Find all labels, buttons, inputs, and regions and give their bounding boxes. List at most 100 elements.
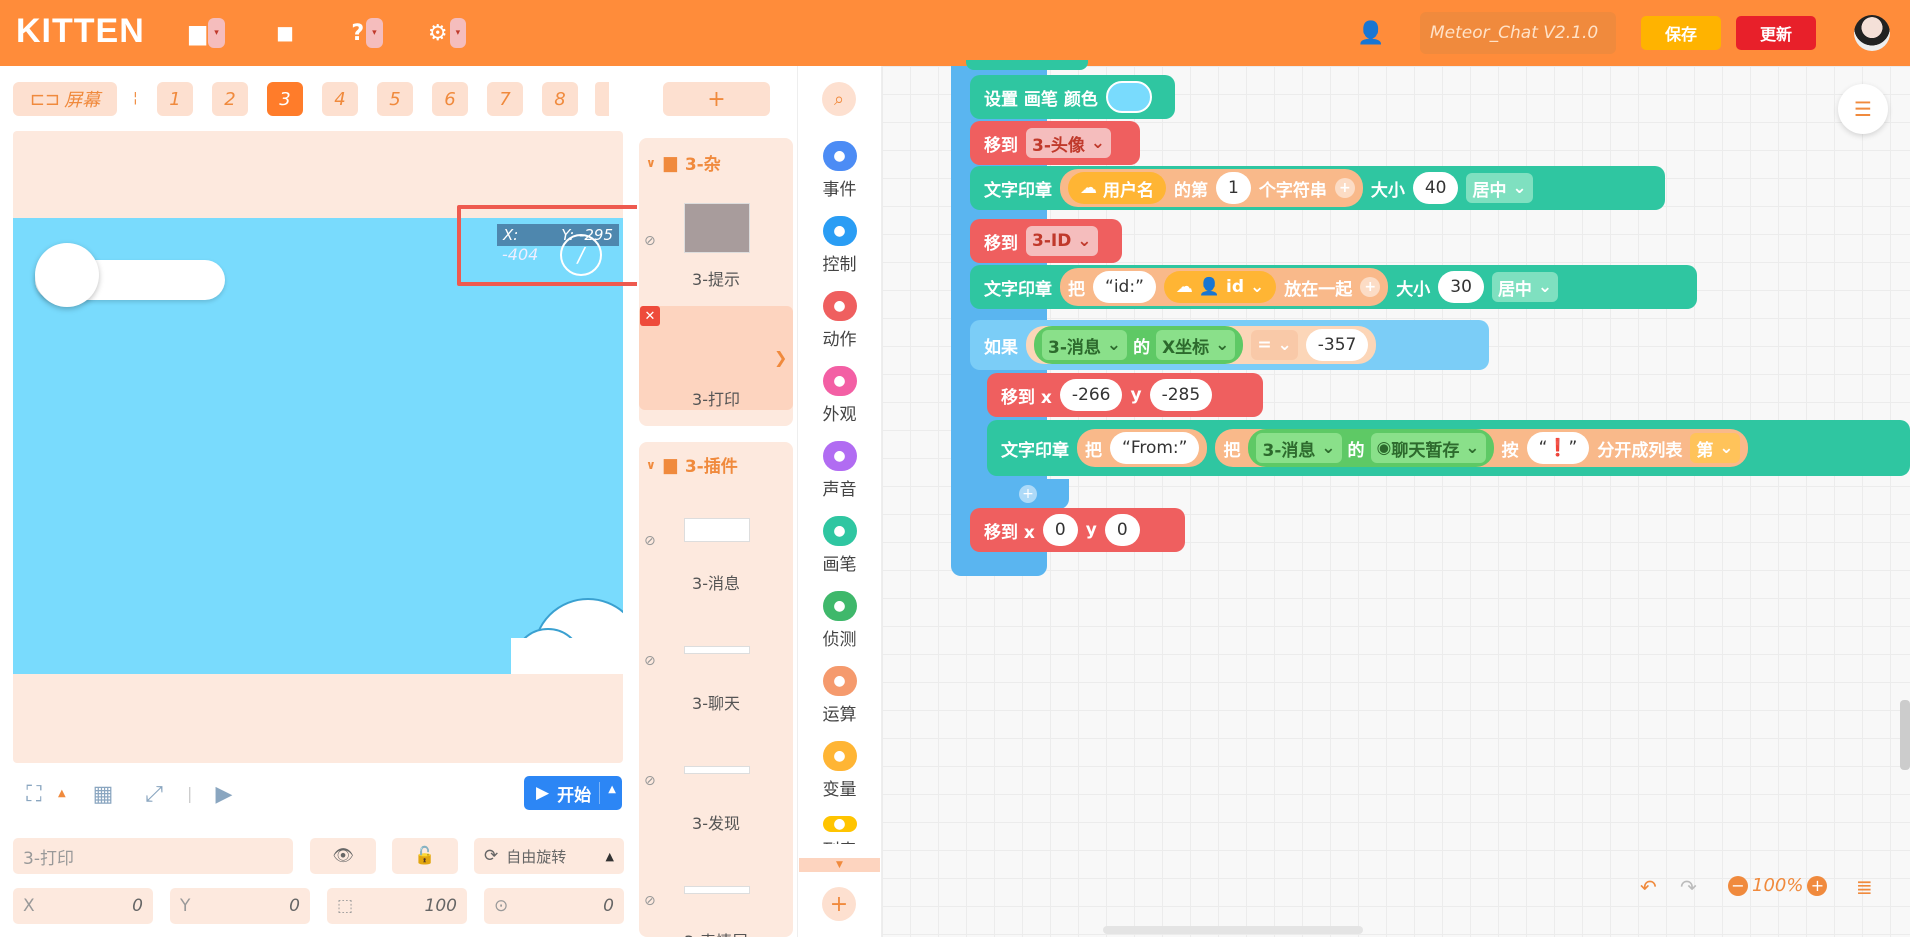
move-to-block[interactable]: 移到 3-ID ⌄ xyxy=(970,219,1122,263)
sprite-dropdown[interactable]: 3-消息 ⌄ xyxy=(1256,433,1342,463)
index-input[interactable]: 1 xyxy=(1216,172,1251,204)
backpack-icon[interactable]: ◼ xyxy=(268,18,302,48)
screen-tab-3[interactable]: 3 xyxy=(267,82,303,116)
horizontal-scrollbar[interactable] xyxy=(1103,926,1363,934)
save-button[interactable]: 保存 xyxy=(1641,16,1721,50)
screen-tab-overflow[interactable] xyxy=(595,82,609,116)
add-user-icon[interactable]: 👤 xyxy=(1354,18,1388,48)
screen-button[interactable]: ⊏⊐ 屏幕 xyxy=(13,82,117,116)
move-xy-block[interactable]: 移到 x -266 y -285 xyxy=(987,373,1263,417)
redo-icon[interactable]: ↷ xyxy=(1680,875,1697,899)
y-position-field[interactable]: Y 0 xyxy=(170,888,310,924)
set-pen-color-block[interactable]: 设置 画笔 颜色 xyxy=(970,75,1175,119)
help-icon[interactable]: ? ▾ xyxy=(350,18,384,48)
project-name-input[interactable]: Meteor_Chat V2.1.0 xyxy=(1420,12,1616,54)
category-2[interactable]: ● 动作 xyxy=(797,291,882,350)
join-reporter[interactable]: 把 “From: ” xyxy=(1077,429,1208,467)
add-sprite-button[interactable]: + xyxy=(663,82,770,116)
category-4[interactable]: ● 声音 xyxy=(797,441,882,500)
sprite-item-label[interactable]: 3-消息 xyxy=(639,570,793,594)
category-6[interactable]: ● 侦测 xyxy=(797,591,882,650)
add-extension-icon[interactable]: + xyxy=(822,887,856,921)
direction-field[interactable]: ⊙ 0 xyxy=(484,888,624,924)
add-icon[interactable]: + xyxy=(1019,485,1037,503)
size-input[interactable]: 40 xyxy=(1412,172,1459,204)
hidden-eye-icon[interactable]: ⊘ xyxy=(644,653,656,669)
y-input[interactable]: -285 xyxy=(1149,379,1213,411)
rotation-mode-select[interactable]: ⟳ 自由旋转 ▲ xyxy=(474,838,624,874)
category-5[interactable]: ● 画笔 xyxy=(797,516,882,575)
target-dropdown[interactable]: 3-ID ⌄ xyxy=(1026,226,1098,256)
sprite-item-label[interactable]: 3-打印 xyxy=(639,386,793,410)
sprite-item-label[interactable]: 3-提示 xyxy=(639,266,793,290)
hidden-eye-icon[interactable]: ⊘ xyxy=(644,893,656,909)
screen-tab-6[interactable]: 6 xyxy=(432,82,468,116)
undo-icon[interactable]: ↶ xyxy=(1640,875,1657,899)
hidden-eye-icon[interactable]: ⊘ xyxy=(644,233,656,249)
avatar[interactable] xyxy=(1854,15,1890,51)
preview-icon[interactable]: ▶ xyxy=(210,780,238,808)
property-dropdown[interactable]: X坐标 ⌄ xyxy=(1156,330,1236,360)
zoom-in-icon[interactable]: + xyxy=(1807,875,1828,896)
pointer-sprite[interactable]: / xyxy=(560,234,602,276)
if-block[interactable]: 如果 3-消息 ⌄ 的 X坐标 ⌄ = ⌄ -357 xyxy=(970,320,1489,370)
category-7[interactable]: ● 运算 xyxy=(797,666,882,725)
screen-tab-8[interactable]: 8 xyxy=(542,82,578,116)
category-0[interactable]: ● 事件 xyxy=(797,141,882,200)
string-input[interactable]: “From: ” xyxy=(1110,432,1200,464)
fullscreen-icon[interactable]: ⛶ xyxy=(20,780,48,808)
join-reporter[interactable]: 把 “id: ” ☁ 👤 id ⌄ 放在一起 + xyxy=(1060,268,1389,306)
sprite-thumbnail[interactable] xyxy=(684,646,750,654)
equals-reporter[interactable]: 3-消息 ⌄ 的 X坐标 ⌄ = ⌄ -357 xyxy=(1026,326,1377,364)
screen-tab-7[interactable]: 7 xyxy=(487,82,523,116)
split-reporter[interactable]: 把 3-消息 ⌄ 的 ◉ 聊天暂存 ⌄ 按 “❗” 分开成列表 第 ⌄ xyxy=(1215,429,1748,467)
cloud-variable[interactable]: ☁ 👤 id ⌄ xyxy=(1163,271,1277,303)
delete-icon[interactable]: ✕ xyxy=(640,306,660,326)
operator-dropdown[interactable]: = ⌄ xyxy=(1251,330,1298,360)
text-stamp-block[interactable]: 文字印章 ☁ 用户名 的第 1 个字符串 + 大小 40 居中 ⌄ xyxy=(970,166,1665,210)
move-xy-block[interactable]: 移到 x 0 y 0 xyxy=(970,508,1185,552)
string-input[interactable]: “id: ” xyxy=(1093,271,1156,303)
align-blocks-icon[interactable]: ≣ xyxy=(1856,875,1873,899)
sprite-item-label[interactable]: 3-聊天 xyxy=(639,690,793,714)
x-input[interactable]: 0 xyxy=(1042,514,1078,546)
zoom-out-icon[interactable]: − xyxy=(1728,875,1748,896)
category-8[interactable]: ● 变量 xyxy=(797,741,882,800)
y-input[interactable]: 0 xyxy=(1104,514,1140,546)
expand-icon[interactable]: ⤢ xyxy=(140,780,168,808)
chevron-right-icon[interactable]: ❯ xyxy=(774,348,787,367)
grid-icon[interactable]: ▦ xyxy=(89,780,117,808)
align-dropdown[interactable]: 居中 ⌄ xyxy=(1491,272,1559,302)
category-9[interactable]: ● 列表 xyxy=(797,816,882,844)
size-input[interactable]: 30 xyxy=(1438,271,1484,303)
target-dropdown[interactable]: 3-头像 ⌄ xyxy=(1026,128,1112,158)
visibility-eye-icon[interactable]: 👁 xyxy=(310,838,376,874)
sprite-thumbnail[interactable] xyxy=(684,766,750,774)
sensing-reporter[interactable]: 3-消息 ⌄ 的 ◉ 聊天暂存 ⌄ xyxy=(1248,429,1494,467)
category-3[interactable]: ● 外观 xyxy=(797,366,882,425)
list-index-reporter[interactable]: 第 ⌄ xyxy=(1690,433,1740,463)
screen-tab-4[interactable]: 4 xyxy=(322,82,358,116)
variable-dropdown[interactable]: ◉ 聊天暂存 ⌄ xyxy=(1370,433,1486,463)
lock-icon[interactable]: 🔓 xyxy=(392,838,458,874)
size-field[interactable]: ⬚ 100 xyxy=(327,888,467,924)
text-stamp-block[interactable]: 文字印章 把 “From: ” 把 3-消息 ⌄ 的 ◉ 聊天暂存 ⌄ 按 “❗”… xyxy=(987,420,1910,476)
search-icon[interactable]: ⌕ xyxy=(822,82,856,116)
x-position-field[interactable]: X 0 xyxy=(13,888,153,924)
substring-reporter[interactable]: ☁ 用户名 的第 1 个字符串 + xyxy=(1060,169,1363,207)
toggle-switch-knob[interactable] xyxy=(35,243,99,307)
screen-tab-5[interactable]: 5 xyxy=(377,82,413,116)
sprite-thumbnail[interactable] xyxy=(684,518,750,542)
compare-input[interactable]: -357 xyxy=(1305,329,1369,361)
sprite-thumbnail[interactable] xyxy=(684,203,750,253)
update-button[interactable]: 更新 xyxy=(1736,16,1816,50)
group-header[interactable]: ∨ ▆ 3-插件 xyxy=(646,452,738,478)
text-stamp-block[interactable]: 文字印章 把 “id: ” ☁ 👤 id ⌄ 放在一起 + 大小 30 居中 ⌄ xyxy=(970,265,1697,309)
sprite-item-label[interactable]: 3-发现 xyxy=(639,810,793,834)
category-1[interactable]: ● 控制 xyxy=(797,216,882,275)
stage-canvas[interactable] xyxy=(13,218,623,674)
color-swatch[interactable] xyxy=(1105,81,1152,113)
group-header[interactable]: ∨ ▆ 3-杂 xyxy=(646,150,721,176)
sensing-reporter[interactable]: 3-消息 ⌄ 的 X坐标 ⌄ xyxy=(1034,326,1244,364)
sprite-thumbnail[interactable] xyxy=(684,886,750,894)
